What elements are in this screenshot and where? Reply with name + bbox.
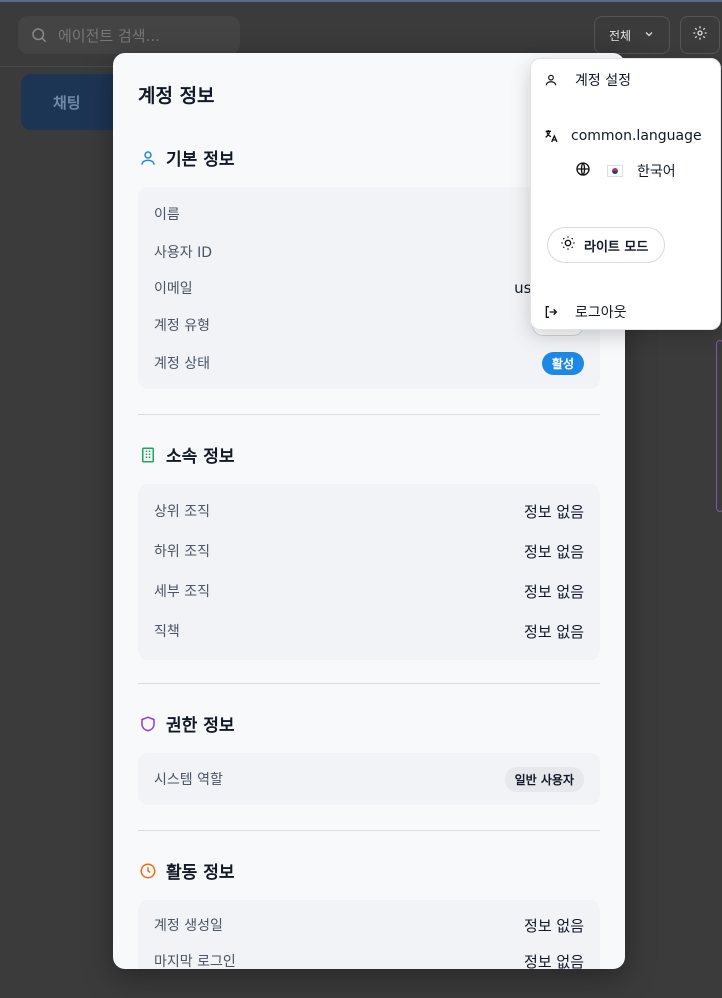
chevron-down-icon	[643, 28, 655, 43]
section-divider	[138, 683, 600, 684]
search-placeholder: 에이전트 검색...	[58, 26, 160, 45]
theme-toggle-button[interactable]: 라이트 모드	[547, 227, 665, 263]
row-label: 사용자 ID	[154, 245, 212, 261]
permission-card: 시스템 역할 일반 사용자	[138, 753, 600, 805]
menu-item-logout[interactable]: 로그아웃	[543, 302, 703, 322]
logout-icon	[543, 304, 559, 320]
info-row-user-id: 사용자 ID us	[154, 240, 600, 264]
activity-card: 계정 생성일 정보 없음 마지막 로그인 정보 없음	[138, 900, 600, 969]
row-label: 계정 상태	[154, 356, 210, 372]
info-row-detail-org: 세부 조직 정보 없음	[154, 579, 584, 603]
row-label: 직책	[154, 624, 180, 640]
affiliation-card: 상위 조직 정보 없음 하위 조직 정보 없음 세부 조직 정보 없음 직책 정…	[138, 484, 600, 660]
search-icon	[30, 26, 48, 44]
filter-label: 전체	[609, 28, 632, 43]
row-label: 계정 유형	[154, 318, 210, 334]
building-icon	[138, 445, 158, 465]
affiliation-title: 소속 정보	[166, 447, 235, 467]
sun-icon	[560, 235, 576, 255]
korea-flag-icon	[607, 165, 623, 177]
basic-info-title: 기본 정보	[166, 150, 235, 170]
info-row-parent-org: 상위 조직 정보 없음	[154, 499, 584, 523]
menu-item-label: 계정 설정	[575, 73, 631, 89]
permission-title: 권한 정보	[166, 716, 235, 736]
info-row-position: 직책 정보 없음	[154, 619, 584, 643]
section-divider	[138, 830, 600, 831]
row-label: 세부 조직	[154, 584, 210, 600]
info-row-last-login: 마지막 로그인 정보 없음	[154, 949, 584, 970]
activity-header: 활동 정보	[138, 858, 234, 883]
user-icon	[138, 148, 158, 168]
menu-item-account-settings[interactable]: 계정 설정	[543, 70, 703, 90]
shield-icon	[138, 714, 158, 734]
row-value: 정보 없음	[524, 952, 584, 970]
section-divider	[138, 414, 600, 415]
row-label: 마지막 로그인	[154, 954, 236, 969]
user-icon	[543, 72, 559, 88]
language-option-korean[interactable]: 한국어	[575, 161, 676, 181]
clock-icon	[138, 861, 158, 881]
filter-select[interactable]: 전체	[594, 16, 670, 54]
language-heading: common.language	[543, 128, 702, 144]
language-heading-label: common.language	[571, 128, 702, 144]
translate-icon	[543, 128, 559, 144]
row-label: 상위 조직	[154, 504, 210, 520]
row-label: 계정 생성일	[154, 918, 223, 934]
row-value: 정보 없음	[524, 502, 584, 521]
info-row-account-status: 계정 상태 활성	[154, 351, 584, 375]
chat-tab-label: 채팅	[53, 93, 81, 112]
gear-icon	[692, 25, 708, 45]
modal-title: 계정 정보	[138, 85, 215, 107]
info-row-name: 이름	[154, 202, 584, 226]
settings-button[interactable]	[680, 16, 720, 54]
settings-dropdown-menu: 계정 설정 common.language 한국어 라이트 모드 로그아웃	[530, 58, 721, 330]
background-panel-edge	[716, 340, 722, 512]
status-badge: 활성	[541, 351, 584, 375]
language-option-label: 한국어	[637, 164, 676, 180]
info-row-created: 계정 생성일 정보 없음	[154, 913, 584, 937]
row-label: 하위 조직	[154, 544, 210, 560]
agent-search-input[interactable]: 에이전트 검색...	[18, 16, 240, 54]
info-row-account-type: 계정 유형	[154, 313, 584, 337]
row-label: 이름	[154, 207, 180, 223]
basic-info-header: 기본 정보	[138, 145, 234, 170]
theme-toggle-label: 라이트 모드	[584, 239, 649, 255]
affiliation-header: 소속 정보	[138, 442, 234, 467]
row-value: 정보 없음	[524, 622, 584, 641]
row-value: 정보 없음	[524, 916, 584, 935]
activity-title: 활동 정보	[166, 863, 235, 883]
info-row-email: 이메일 user1081@	[154, 276, 600, 300]
role-badge: 일반 사용자	[504, 766, 584, 792]
permission-header: 권한 정보	[138, 711, 234, 736]
row-label: 시스템 역할	[154, 772, 223, 788]
info-row-sub-org: 하위 조직 정보 없음	[154, 539, 584, 563]
globe-icon	[575, 161, 591, 181]
row-value: 정보 없음	[524, 542, 584, 561]
info-row-system-role: 시스템 역할 일반 사용자	[154, 766, 584, 792]
row-value: 정보 없음	[524, 582, 584, 601]
row-label: 이메일	[154, 281, 193, 297]
menu-item-label: 로그아웃	[575, 305, 627, 321]
